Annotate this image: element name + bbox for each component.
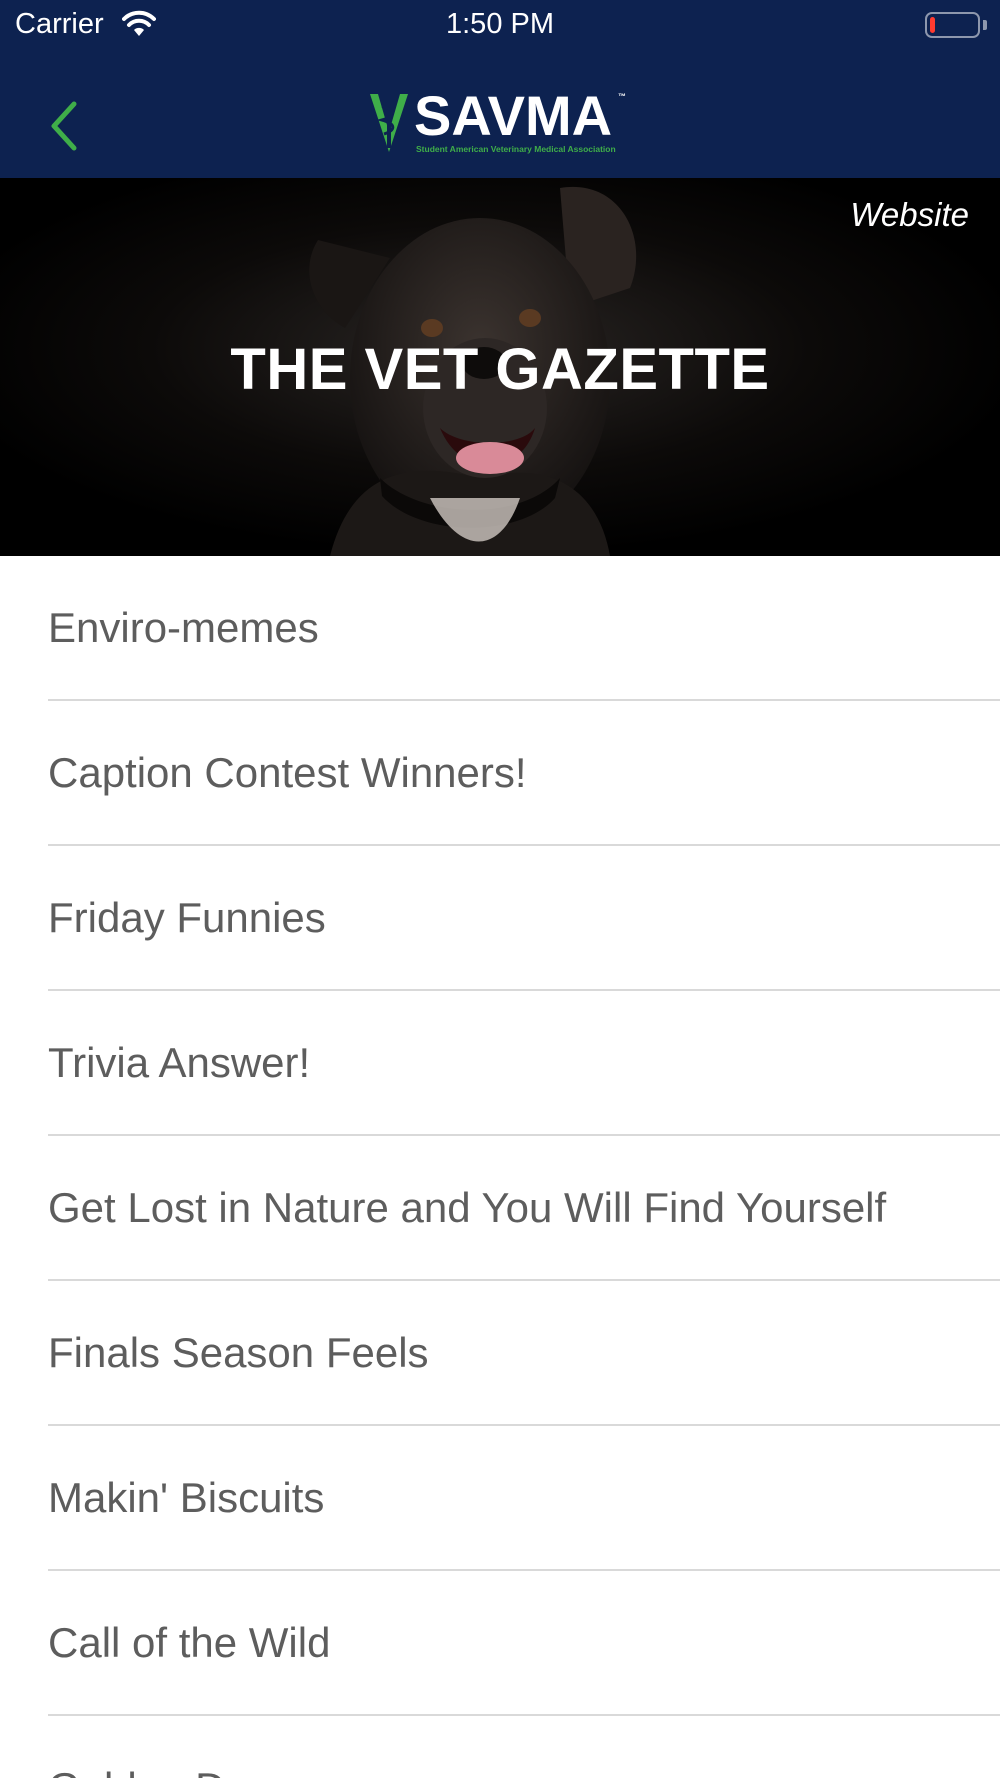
list-item-label: Makin' Biscuits [48, 1474, 325, 1521]
list-item-label: Enviro-memes [48, 604, 319, 651]
list-item[interactable]: Finals Season Feels [0, 1281, 1000, 1426]
website-link[interactable]: Website [850, 196, 969, 234]
list-item[interactable]: Call of the Wild [0, 1571, 1000, 1716]
list-item-label: Golden Days [48, 1764, 291, 1778]
logo-subtitle: Student American Veterinary Medical Asso… [416, 144, 616, 154]
battery-tip [983, 20, 987, 30]
logo-trademark: ™ [618, 92, 626, 101]
list-item-label: Caption Contest Winners! [48, 749, 527, 796]
list-item-label: Call of the Wild [48, 1619, 331, 1666]
list-item[interactable]: Enviro-memes [0, 556, 1000, 701]
list-item[interactable]: Trivia Answer! [0, 991, 1000, 1136]
status-bar: Carrier 1:50 PM [0, 0, 1000, 50]
list-item[interactable]: Get Lost in Nature and You Will Find You… [0, 1136, 1000, 1281]
list-item-label: Get Lost in Nature and You Will Find You… [48, 1184, 887, 1231]
list-item-label: Friday Funnies [48, 894, 326, 941]
list-item[interactable]: Caption Contest Winners! [0, 701, 1000, 846]
article-list: Enviro-memes Caption Contest Winners! Fr… [0, 556, 1000, 1778]
hero-banner: Website THE VET GAZETTE [0, 178, 1000, 556]
battery-icon [925, 12, 980, 38]
status-time: 1:50 PM [446, 8, 554, 40]
page-title: THE VET GAZETTE [230, 337, 770, 402]
savma-logo: SAVMA ™ Student American Veterinary Medi… [368, 84, 632, 158]
list-item-label: Trivia Answer! [48, 1039, 311, 1086]
list-item-label: Finals Season Feels [48, 1329, 429, 1376]
list-item[interactable]: Makin' Biscuits [0, 1426, 1000, 1571]
list-item[interactable]: Friday Funnies [0, 846, 1000, 991]
logo-wordmark: SAVMA [414, 84, 613, 147]
chevron-left-icon[interactable] [42, 98, 88, 154]
navigation-bar: Carrier 1:50 PM SAVMA ™ Student American… [0, 0, 1000, 178]
battery-level [930, 17, 935, 33]
list-item[interactable]: Golden Days [0, 1716, 1000, 1778]
caduceus-icon [370, 94, 408, 152]
